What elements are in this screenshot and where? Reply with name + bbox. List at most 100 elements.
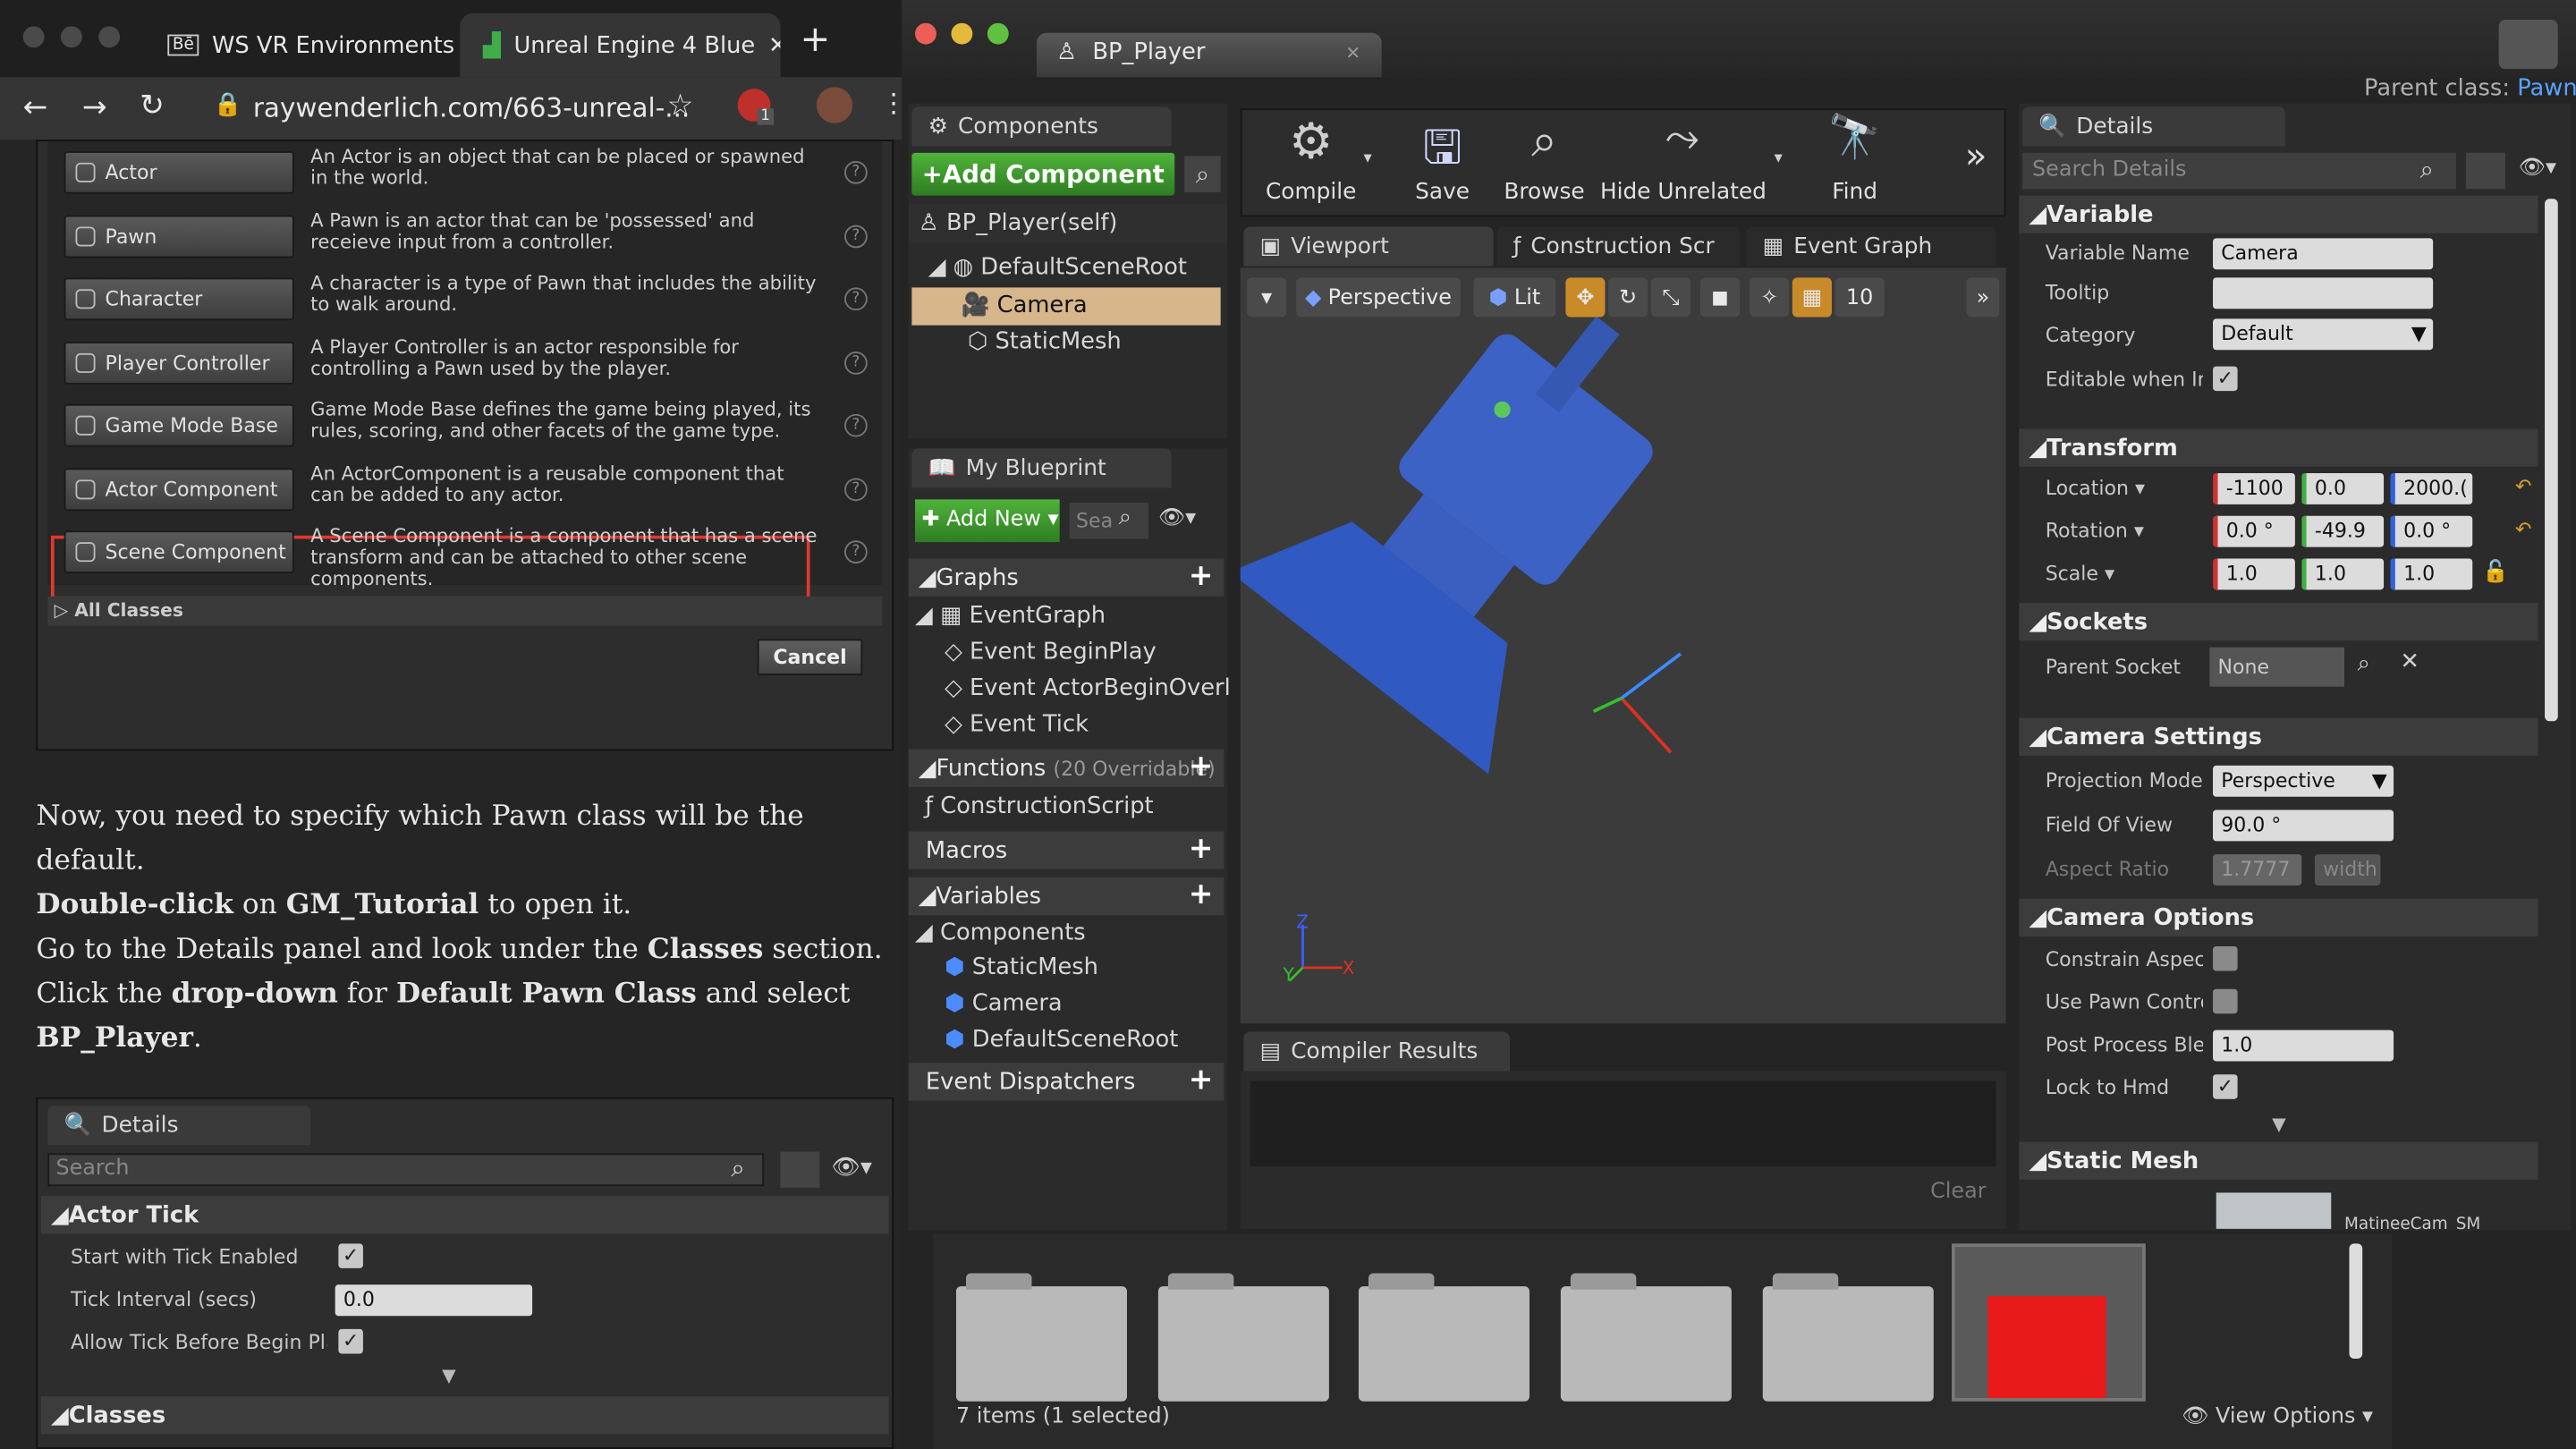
reset-rotation-icon[interactable]: ↶ (2515, 518, 2531, 541)
viewport[interactable]: ▾ ◆ Perspective ⬢ Lit ✥ ↻ ⤡ ◼ ✧ ▦ 10 » Z X… (1240, 267, 2006, 1024)
eye-icon[interactable]: 👁▾ (831, 1155, 872, 1181)
folder-item[interactable] (955, 1273, 1127, 1402)
scale-y-field[interactable]: 1.0 (2301, 558, 2385, 590)
tab-construction-script[interactable]: ƒ Construction Scr (1496, 226, 1741, 267)
browser-tab-active[interactable]: ▟ Unreal Engine 4 Blue ✕ (460, 13, 781, 78)
clear-icon[interactable]: ✕ (2400, 648, 2419, 674)
constrain-aspect-checkbox[interactable] (2213, 945, 2238, 971)
world-local-icon[interactable]: ◼ (1699, 277, 1741, 318)
expand-arrow-icon[interactable]: ▼ (2272, 1114, 2286, 1135)
section-macros[interactable]: Macros (908, 831, 1224, 869)
section-variables[interactable]: ◢ Variables (908, 877, 1224, 916)
tree-default-scene-root[interactable]: ◢ ◍ DefaultSceneRoot (928, 255, 1187, 281)
details-search-input[interactable]: Search (47, 1153, 765, 1187)
section-camera-settings[interactable]: ◢ Camera Settings (2019, 717, 2538, 756)
var-static-mesh[interactable]: ⬢ StaticMesh (945, 954, 1098, 980)
browser-tab[interactable]: Bē WS VR Environments ✕ (144, 13, 457, 78)
expand-arrow-icon[interactable]: ▼ (442, 1365, 456, 1386)
var-default-scene-root[interactable]: ⬢ DefaultSceneRoot (945, 1027, 1178, 1053)
add-new-button[interactable]: ✚ Add New ▾ (915, 499, 1060, 543)
maximize-window-button[interactable] (987, 22, 1009, 45)
compile-button[interactable]: ⚙ Compile (1245, 114, 1377, 216)
post-process-field[interactable]: 1.0 (2213, 1030, 2394, 1062)
variable-name-input[interactable]: Camera (2213, 238, 2434, 270)
tick-interval-field[interactable]: 0.0 (335, 1284, 533, 1317)
location-z-field[interactable]: 2000.( (2390, 472, 2473, 504)
use-pawn-control-checkbox[interactable] (2213, 988, 2238, 1014)
section-classes[interactable]: ◢ Classes (40, 1396, 889, 1435)
scrollbar[interactable] (2545, 199, 2558, 722)
lock-icon[interactable]: 🔓 (2482, 560, 2509, 585)
tooltip-input[interactable] (2213, 277, 2434, 309)
profile-avatar[interactable] (816, 87, 853, 123)
event-overlap-item[interactable]: ◇ Event ActorBeginOverl (945, 675, 1231, 701)
section-event-dispatchers[interactable]: Event Dispatchers (908, 1063, 1224, 1101)
projection-mode-dropdown[interactable]: Perspective ▼ (2213, 765, 2394, 797)
section-sockets[interactable]: ◢ Sockets (2019, 603, 2538, 641)
start-tick-checkbox[interactable]: ✓ (338, 1243, 363, 1268)
surface-snap-icon[interactable]: ✧ (1750, 277, 1790, 318)
editable-checkbox[interactable]: ✓ (2213, 366, 2238, 392)
fov-field[interactable]: 90.0 ° (2213, 809, 2394, 842)
self-row[interactable]: ♙ BP_Player(self) (908, 203, 1228, 243)
lit-button[interactable]: ⬢ Lit (1473, 277, 1556, 318)
rotation-x-field[interactable]: 0.0 ° (2213, 515, 2295, 547)
browse-button[interactable]: ⌕ Browse (1495, 114, 1593, 216)
add-dispatcher-icon[interactable]: + (1188, 1065, 1214, 1095)
class-button-actor[interactable]: Actor (64, 150, 294, 194)
close-tab-icon[interactable]: ✕ (1345, 33, 1360, 74)
translate-icon[interactable]: ✥ (1565, 277, 1606, 318)
allow-tick-checkbox[interactable]: ✓ (338, 1328, 363, 1354)
viewport-options-icon[interactable]: ▾ (1247, 277, 1287, 318)
tab-details[interactable]: 🔍 Details (47, 1106, 311, 1146)
parent-class-link[interactable]: Pawn (2517, 75, 2576, 101)
components-category[interactable]: ◢ Components (915, 920, 1086, 946)
eye-icon[interactable]: 👁▾ (1158, 506, 1196, 531)
tab-my-blueprint[interactable]: 📖 My Blueprint (911, 448, 1172, 488)
folder-item[interactable] (1762, 1273, 1934, 1402)
compile-options-icon[interactable]: ▾ (1363, 149, 1371, 167)
help-icon[interactable]: ? (844, 160, 868, 184)
clear-button[interactable]: Clear (1930, 1180, 1986, 1205)
search-icon[interactable]: ⌕ (2358, 650, 2370, 676)
minimize-window-button[interactable] (951, 22, 973, 45)
category-dropdown[interactable]: Default ▼ (2213, 318, 2434, 351)
var-camera[interactable]: ⬢ Camera (945, 991, 1063, 1017)
eye-icon[interactable]: 👁▾ (2519, 156, 2556, 181)
add-macro-icon[interactable]: + (1188, 834, 1214, 863)
forward-icon[interactable]: → (82, 90, 107, 125)
tab-components[interactable]: ⚙ Components (911, 106, 1172, 147)
add-function-icon[interactable]: + (1188, 751, 1214, 781)
cancel-button[interactable]: Cancel (757, 639, 863, 675)
rotation-y-field[interactable]: -49.9 (2301, 515, 2385, 547)
find-button[interactable]: 🔭 Find (1807, 114, 1902, 216)
tab-details[interactable]: 🔍 Details (2021, 106, 2285, 147)
lock-hmd-checkbox[interactable]: ✓ (2213, 1074, 2238, 1099)
maximize-window-button[interactable] (98, 26, 121, 48)
class-button-scene-component[interactable]: Scene Component (64, 530, 294, 574)
class-button-game-mode-base[interactable]: Game Mode Base (64, 403, 294, 447)
tree-static-mesh[interactable]: ⬡ StaticMesh (968, 328, 1122, 354)
location-dropdown[interactable]: Location ▾ (2046, 477, 2193, 500)
rotate-icon[interactable]: ↻ (1608, 277, 1648, 318)
hide-unrelated-button[interactable]: ⤳ Hide Unrelated (1600, 114, 1767, 216)
details-search-input[interactable]: Search Details (2021, 152, 2456, 190)
help-icon[interactable]: ? (844, 477, 868, 501)
scale-dropdown[interactable]: Scale ▾ (2046, 562, 2193, 585)
tab-viewport[interactable]: ▣ Viewport (1243, 226, 1494, 267)
help-icon[interactable]: ? (844, 224, 868, 248)
section-transform[interactable]: ◢ Transform (2019, 428, 2538, 467)
event-beginplay-item[interactable]: ◇ Event BeginPlay (945, 639, 1157, 665)
blueprint-tab[interactable]: ♙ BP_Player ✕ (1036, 32, 1382, 78)
close-window-button[interactable] (915, 22, 936, 45)
rotation-z-field[interactable]: 0.0 ° (2390, 515, 2473, 547)
grid-view-icon[interactable] (780, 1151, 820, 1188)
class-button-actor-component[interactable]: Actor Component (64, 467, 294, 511)
perspective-button[interactable]: ◆ Perspective (1296, 277, 1461, 318)
class-button-character[interactable]: Character (64, 277, 294, 321)
class-button-player-controller[interactable]: Player Controller (64, 341, 294, 384)
reset-location-icon[interactable]: ↶ (2515, 475, 2531, 498)
close-window-button[interactable] (22, 26, 45, 48)
blueprint-search-input[interactable]: Sea (1069, 503, 1148, 539)
scale-icon[interactable]: ⤡ (1650, 277, 1690, 318)
